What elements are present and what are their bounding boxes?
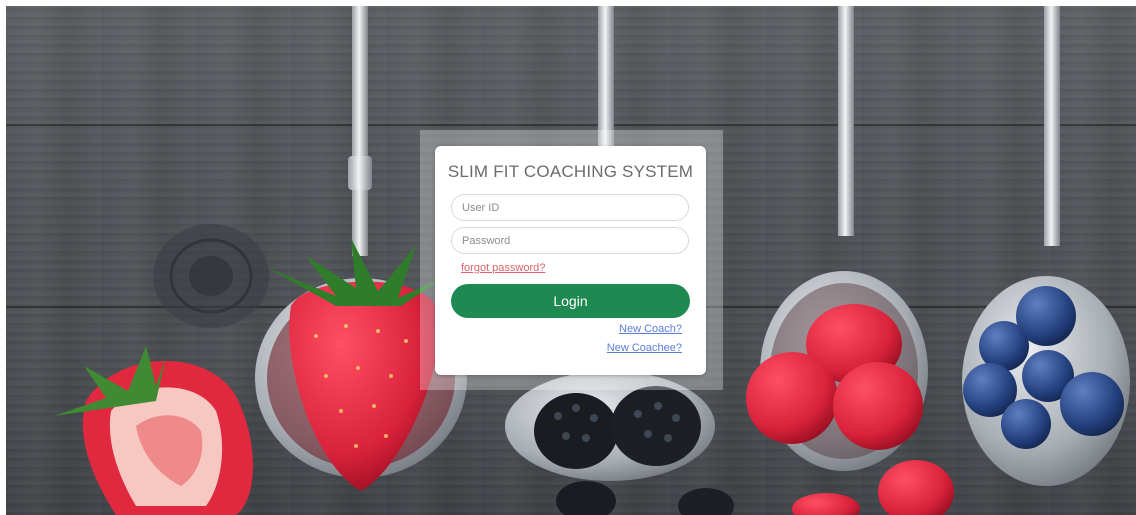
new-coach-link[interactable]: New Coach? <box>619 323 682 335</box>
new-coachee-link[interactable]: New Coachee? <box>607 342 682 354</box>
forgot-password-link[interactable]: forgot password? <box>461 262 545 274</box>
user-id-input[interactable] <box>451 194 689 221</box>
login-card: SLIM FIT COACHING SYSTEM forgot password… <box>435 146 706 375</box>
login-button[interactable]: Login <box>451 284 690 318</box>
wood-knot <box>153 224 269 328</box>
strawberry-icon <box>54 346 253 515</box>
page-title: SLIM FIT COACHING SYSTEM <box>447 162 694 181</box>
password-input[interactable] <box>451 227 689 254</box>
